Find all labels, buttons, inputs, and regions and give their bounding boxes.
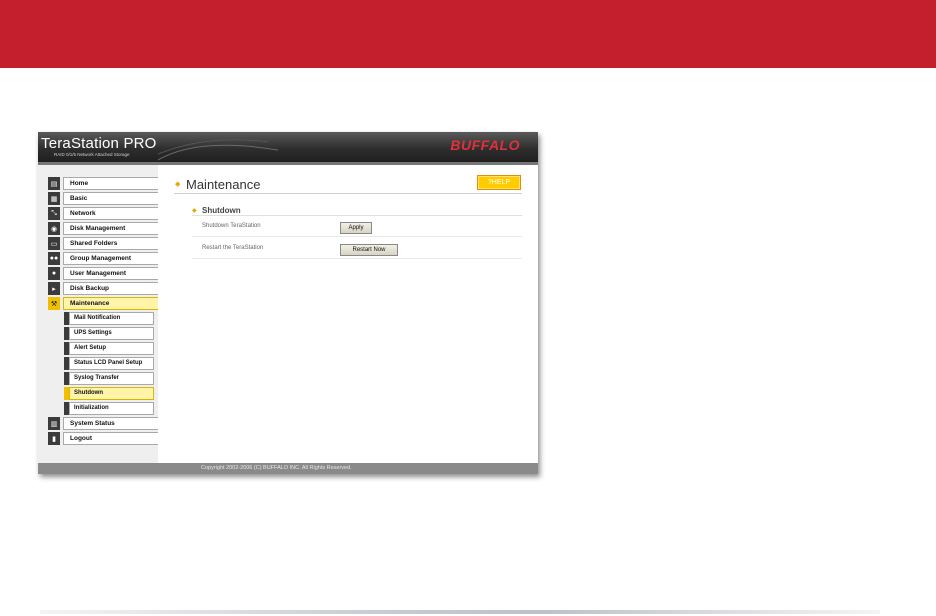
- app-title: TeraStation PRO: [41, 135, 157, 152]
- subnav-item-initialization[interactable]: Initialization: [48, 402, 158, 415]
- subnav-item-status-lcd-panel-setup[interactable]: Status LCD Panel Setup: [48, 357, 158, 370]
- network-icon: ⤡: [48, 207, 60, 220]
- top-banner: [0, 0, 936, 68]
- sidebar-item-group-management[interactable]: ●● Group Management: [48, 252, 162, 265]
- apply-button[interactable]: Apply: [340, 222, 372, 234]
- subnav-item-alert-setup[interactable]: Alert Setup: [48, 342, 158, 355]
- sidebar-item-label: Group Management: [63, 252, 162, 265]
- terastation-window: TeraStation PRO RAID 0/1/5 Network Attac…: [38, 132, 538, 474]
- sidebar-item-label: Shared Folders: [63, 237, 162, 250]
- sidebar: ▤ Home ▦ Basic ⤡ Network ◉ Disk Manageme…: [38, 165, 162, 463]
- row-divider: [192, 258, 522, 259]
- app-subtitle: RAID 0/1/5 Network Attached Storage: [54, 152, 130, 157]
- sidebar-item-network[interactable]: ⤡ Network: [48, 207, 162, 220]
- header-swoosh-decoration: [158, 139, 278, 161]
- sidebar-nav: ▤ Home ▦ Basic ⤡ Network ◉ Disk Manageme…: [48, 177, 162, 447]
- title-bullet-icon: ◆: [175, 181, 181, 188]
- sidebar-item-label: Disk Management: [63, 222, 162, 235]
- app-header: TeraStation PRO RAID 0/1/5 Network Attac…: [38, 132, 538, 165]
- footer: Copyright 2002-2006 (C) BUFFALO INC. All…: [38, 463, 538, 474]
- subnav-item-label: Syslog Transfer: [69, 372, 154, 385]
- sidebar-item-disk-backup[interactable]: ▸ Disk Backup: [48, 282, 162, 295]
- document-icon: ▦: [48, 192, 60, 205]
- backup-icon: ▸: [48, 282, 60, 295]
- restart-now-button[interactable]: Restart Now: [340, 244, 398, 256]
- logout-icon: ▮: [48, 432, 60, 445]
- sidebar-item-logout[interactable]: ▮ Logout: [48, 432, 162, 445]
- shutdown-label: Shutdown TeraStation: [202, 223, 261, 229]
- sidebar-item-user-management[interactable]: ● User Management: [48, 267, 162, 280]
- disk-icon: ◉: [48, 222, 60, 235]
- subnav-item-label: Status LCD Panel Setup: [69, 357, 154, 370]
- subnav-item-label: Alert Setup: [69, 342, 154, 355]
- sidebar-item-shared-folders[interactable]: ▭ Shared Folders: [48, 237, 162, 250]
- subnav-item-label: UPS Settings: [69, 327, 154, 340]
- main-content: ◆ Maintenance ?HELP ◆ Shutdown Shutdown …: [158, 165, 538, 463]
- buffalo-logo: BUFFALO: [450, 137, 520, 153]
- subnav-item-label: Initialization: [69, 402, 154, 415]
- subnav-item-mail-notification[interactable]: Mail Notification: [48, 312, 158, 325]
- sidebar-item-label: System Status: [63, 417, 162, 430]
- section-title: Shutdown: [202, 206, 241, 215]
- sidebar-item-label: Home: [63, 177, 162, 190]
- copyright-text: Copyright 2002-2006 (C) BUFFALO INC. All…: [201, 465, 352, 471]
- home-icon: ▤: [48, 177, 60, 190]
- help-button[interactable]: ?HELP: [477, 175, 521, 190]
- sidebar-item-label: Logout: [63, 432, 162, 445]
- subnav-item-label: Shutdown: [69, 387, 154, 400]
- subnav-item-shutdown[interactable]: Shutdown: [48, 387, 158, 400]
- user-icon: ●: [48, 267, 60, 280]
- page-title: Maintenance: [186, 177, 261, 192]
- group-icon: ●●: [48, 252, 60, 265]
- subnav-item-ups-settings[interactable]: UPS Settings: [48, 327, 158, 340]
- sidebar-item-disk-management[interactable]: ◉ Disk Management: [48, 222, 162, 235]
- sidebar-item-label: Network: [63, 207, 162, 220]
- folder-icon: ▭: [48, 237, 60, 250]
- section-bullet-icon: ◆: [192, 208, 197, 214]
- bottom-divider: [40, 610, 880, 614]
- sidebar-item-label: Basic: [63, 192, 162, 205]
- subnav-item-label: Mail Notification: [69, 312, 154, 325]
- restart-label: Restart the TeraStation: [202, 245, 264, 251]
- sidebar-item-maintenance[interactable]: ⚒ Maintenance: [48, 297, 162, 310]
- sidebar-item-label: User Management: [63, 267, 162, 280]
- title-divider: [174, 193, 522, 194]
- sidebar-item-basic[interactable]: ▦ Basic: [48, 192, 162, 205]
- sidebar-item-label: Maintenance: [63, 297, 162, 310]
- sidebar-item-home[interactable]: ▤ Home: [48, 177, 162, 190]
- sidebar-item-label: Disk Backup: [63, 282, 162, 295]
- subnav-item-syslog-transfer[interactable]: Syslog Transfer: [48, 372, 158, 385]
- tools-icon: ⚒: [48, 297, 60, 310]
- sidebar-item-system-status[interactable]: ▥ System Status: [48, 417, 162, 430]
- status-icon: ▥: [48, 417, 60, 430]
- section-divider: [192, 215, 522, 216]
- row-divider: [192, 236, 522, 237]
